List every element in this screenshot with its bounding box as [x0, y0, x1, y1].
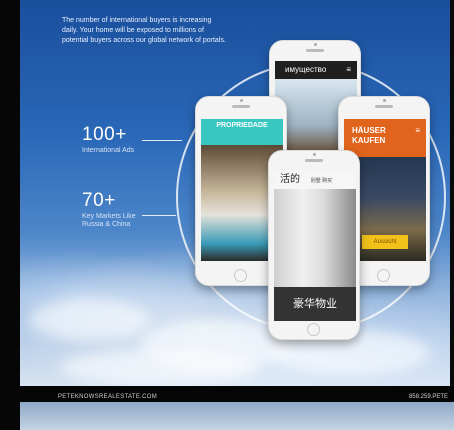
home-button[interactable] — [377, 269, 390, 282]
right-border — [450, 0, 454, 430]
screen-footer-text: 豪华物业 — [293, 298, 337, 310]
phone-screen: 活的 别墅 购买 豪华物业 — [274, 171, 356, 321]
footer-clouds — [20, 402, 454, 430]
screen-nav: 别墅 购买 — [310, 178, 333, 184]
stat-connector-line — [142, 215, 176, 216]
screen-header-text: 活的 — [280, 174, 300, 185]
stat-value: 100+ — [82, 124, 127, 145]
menu-icon: ≡ — [346, 65, 351, 74]
phone-chinese: 活的 别墅 购买 豪华物业 — [268, 150, 360, 340]
screen-header-text: имущество — [285, 65, 327, 74]
stat-label: International Ads — [82, 147, 135, 154]
menu-icon: ≡ — [415, 126, 420, 135]
screen-header: PROPRIEDADE — [201, 119, 283, 145]
footer-website[interactable]: PETEKNOWSREALESTATE.COM — [58, 394, 157, 400]
interior-photo — [274, 189, 356, 287]
home-button[interactable] — [307, 323, 320, 336]
footer-phone[interactable]: 858.259.PETE — [409, 394, 448, 400]
stat-key-markets: 70+ Key Markets Like Russia & China — [82, 190, 144, 229]
screen-footer: 豪华物业 — [274, 287, 356, 321]
intro-text: The number of international buyers is in… — [62, 17, 226, 44]
screen-header: 活的 别墅 购买 — [274, 171, 356, 189]
left-border — [0, 0, 20, 430]
page: The number of international buyers is in… — [0, 0, 454, 430]
stat-label: Key Markets Like Russia & China — [82, 213, 136, 228]
aussicht-button[interactable]: Aussicht — [362, 235, 408, 249]
screen-header: HÄUSER KAUFEN ≡ — [344, 119, 426, 157]
stat-international-ads: 100+ International Ads — [82, 124, 142, 155]
home-button[interactable] — [234, 269, 247, 282]
screen-header-text: HÄUSER KAUFEN — [352, 126, 386, 145]
stat-value: 70+ — [82, 190, 116, 211]
stat-connector-line — [142, 140, 182, 141]
screen-header: имущество ≡ — [275, 61, 357, 79]
screen-header-text: PROPRIEDADE — [216, 122, 268, 129]
